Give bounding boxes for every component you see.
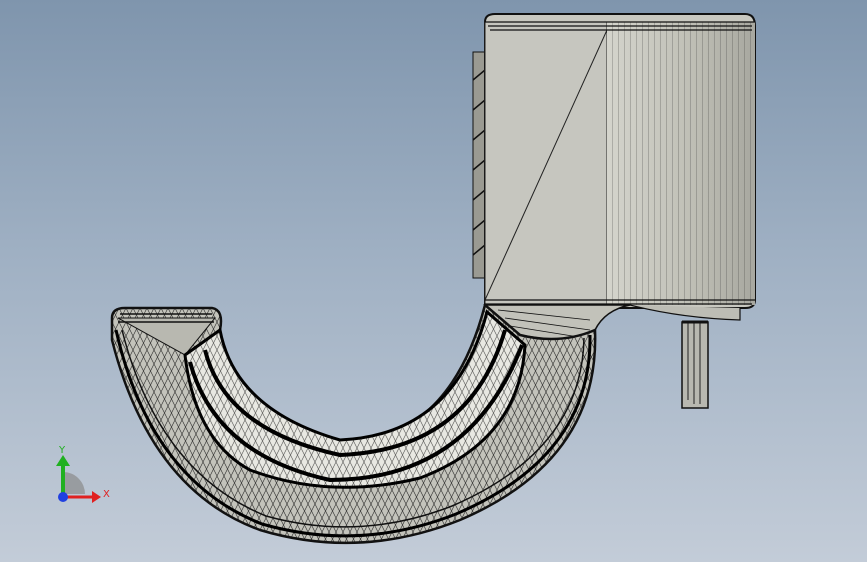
cad-3d-viewport[interactable]: Y X [0,0,867,562]
block-body[interactable] [484,13,756,309]
x-axis-label: X [103,489,110,500]
pin[interactable] [681,320,709,409]
y-axis-label: Y [58,445,66,456]
side-teeth [472,51,486,279]
coordinate-triad: Y X [56,445,110,503]
z-axis-dot [58,492,68,502]
hook-body[interactable] [110,302,597,545]
